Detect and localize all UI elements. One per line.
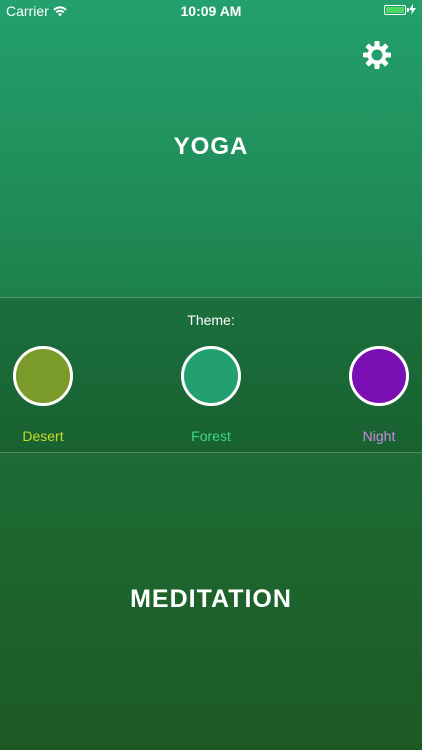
meditation-section-title[interactable]: MEDITATION	[0, 585, 422, 614]
desert-swatch[interactable]	[13, 346, 73, 406]
gear-icon[interactable]	[362, 40, 392, 70]
night-label: Night	[362, 428, 396, 444]
theme-panel: Theme: Desert Forest Night	[0, 297, 422, 453]
app-screen: Carrier 10:09 AM YOGA Theme: Desert Fore…	[0, 0, 422, 750]
status-right	[384, 4, 416, 15]
theme-option-night[interactable]: Night	[344, 346, 414, 444]
battery-fill	[386, 6, 404, 13]
battery-icon	[384, 4, 409, 15]
yoga-section-title[interactable]: YOGA	[0, 133, 422, 161]
desert-label: Desert	[22, 428, 64, 444]
theme-option-desert[interactable]: Desert	[8, 346, 78, 444]
battery-cap	[407, 7, 409, 12]
theme-option-forest[interactable]: Forest	[176, 346, 246, 444]
theme-label: Theme:	[187, 312, 235, 328]
forest-label: Forest	[191, 428, 231, 444]
charging-bolt-icon	[409, 4, 416, 15]
night-swatch[interactable]	[349, 346, 409, 406]
forest-swatch[interactable]	[181, 346, 241, 406]
status-time: 10:09 AM	[180, 3, 242, 19]
status-bar: Carrier 10:09 AM	[0, 0, 422, 22]
